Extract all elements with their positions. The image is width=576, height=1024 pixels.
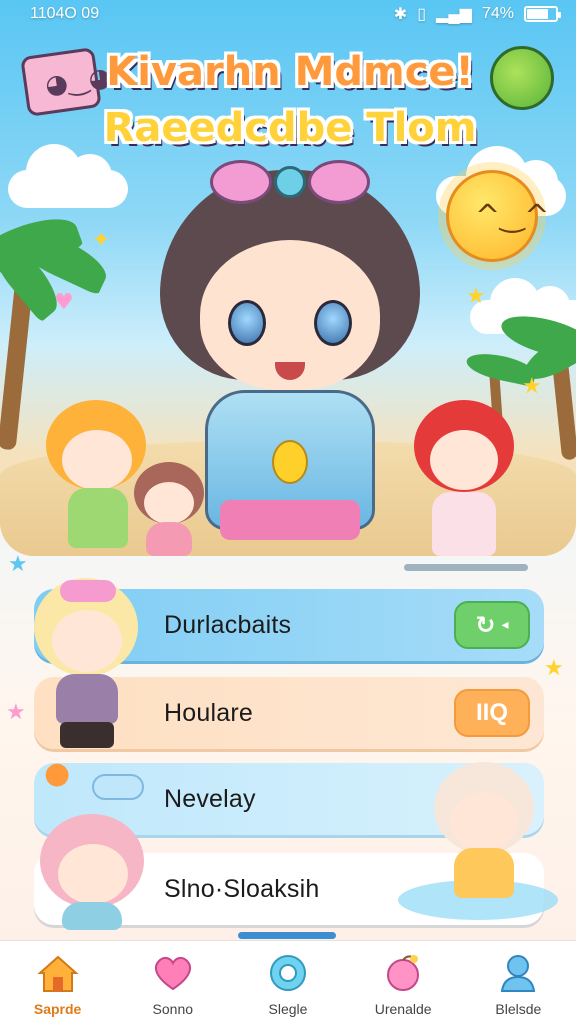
menu-item-label: Houlare <box>164 699 253 727</box>
star-icon: ★ <box>544 656 564 681</box>
heart-icon <box>150 951 196 995</box>
star-icon: ★ <box>466 284 486 309</box>
cat-ear-character <box>398 762 558 922</box>
person-icon <box>495 951 541 995</box>
bow-decoration <box>210 154 370 210</box>
battery-icon <box>524 6 561 22</box>
apple-icon <box>380 951 426 995</box>
status-bar: 1104O 09 ✱ ▯ ▂▄▆ 74% <box>0 0 576 28</box>
scroll-handle[interactable] <box>238 932 336 939</box>
nav-collection[interactable]: Urenalde <box>353 951 453 1017</box>
sparkle-icon: ✦ <box>92 228 111 253</box>
nav-label: Sonno <box>152 1001 194 1017</box>
cloud-heart-icon <box>92 774 144 800</box>
menu-item-label: Durlacbaits <box>164 611 292 639</box>
app-title: Kivarhn Mdmce! Raeedcdbe Tlom <box>80 44 500 156</box>
sim-icon: ▯ <box>417 6 427 23</box>
drag-handle[interactable] <box>404 564 528 571</box>
star-icon: ★ <box>6 700 26 725</box>
home-icon <box>35 951 81 995</box>
blonde-character <box>34 578 144 748</box>
nav-label: Saprde <box>33 1001 82 1017</box>
title-line-1: Kivarhn Mdmce! <box>106 49 474 95</box>
hero-banner: ◕‿◕ ^‿^ ✦ ♥ ★ ★ Kivarhn Mdmce! Raeedcdbe… <box>0 0 576 556</box>
title-line-2: Raeedcdbe Tlom <box>103 105 477 151</box>
bluetooth-icon: ✱ <box>393 6 408 23</box>
sun-icon: ^‿^ <box>446 170 549 262</box>
flower-icon <box>265 951 311 995</box>
cookie-icon: ● <box>44 756 71 791</box>
nav-favorites[interactable]: Sonno <box>123 951 223 1017</box>
nav-profile[interactable]: Blelsde <box>468 951 568 1017</box>
refresh-toggle-button[interactable]: ↻ ◂ <box>454 601 530 649</box>
nav-label: Urenalde <box>374 1001 432 1017</box>
counter-button[interactable]: IIQ <box>454 689 530 737</box>
nav-explore[interactable]: Slegle <box>238 951 338 1017</box>
menu-item-label: Slno·Sloaksih <box>164 875 320 903</box>
brown-hair-character <box>128 462 208 556</box>
bottom-navigation: Saprde Sonno Slegle Urenalde Blelsde <box>0 940 576 1024</box>
nav-label: Slegle <box>268 1001 308 1017</box>
heart-sparkle-icon: ♥ <box>54 290 74 315</box>
nav-home[interactable]: Saprde <box>8 951 108 1017</box>
menu-item-label: Nevelay <box>164 785 256 813</box>
pendant-icon <box>272 440 308 484</box>
pink-hair-character <box>40 814 148 930</box>
nav-label: Blelsde <box>495 1001 542 1017</box>
refresh-icon: ↻ <box>475 611 496 639</box>
star-icon: ★ <box>522 374 542 399</box>
status-time: 1104O 09 <box>30 5 100 22</box>
counter-text: IIQ <box>475 699 508 726</box>
battery-percent: 74% <box>481 5 514 22</box>
signal-icon: ▂▄▆ <box>436 6 472 23</box>
star-icon: ★ <box>8 552 28 577</box>
red-hair-character <box>408 400 520 556</box>
cloud-decoration <box>8 144 128 208</box>
